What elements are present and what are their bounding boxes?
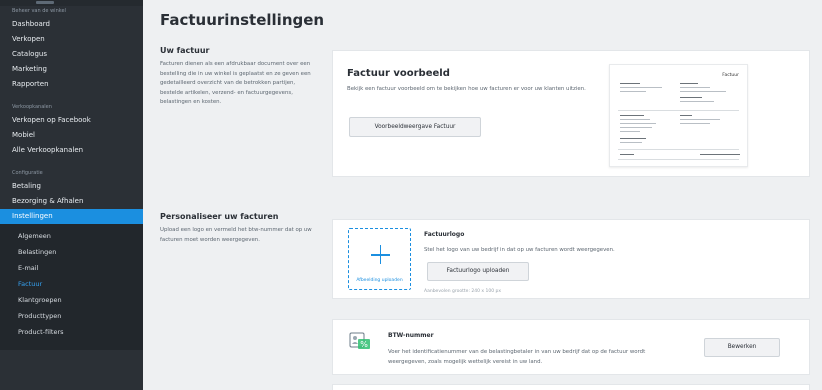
invoice-logo-description: Stel het logo van uw bedrijf in dat op u… (424, 247, 615, 253)
upload-invoice-logo-button[interactable]: Factuurlogo uploaden (427, 262, 529, 281)
sidebar-item-mobiel[interactable]: Mobiel (0, 128, 143, 143)
logo-upload-dropzone[interactable]: Afbeelding uploaden (348, 228, 411, 290)
invoice-preview-title: Factuur voorbeeld (347, 68, 450, 79)
sidebar-subitem-belastingen[interactable]: Belastingen (0, 244, 143, 260)
tax-id-icon: % (349, 332, 370, 349)
upload-image-caption: Afbeelding uploaden (356, 278, 403, 283)
invoice-preview-description: Bekijk een factuur voorbeeld om te bekij… (347, 86, 586, 92)
sidebar-subitem-factuur[interactable]: Factuur (0, 276, 143, 292)
edit-vat-number-button[interactable]: Bewerken (704, 338, 780, 357)
vat-number-description: Voer het identificatienummer van de bela… (388, 349, 646, 365)
invoice-logo-card: Afbeelding uploaden Factuurlogo Stel het… (332, 219, 810, 299)
svg-text:%: % (360, 340, 368, 349)
sidebar-item-betaling[interactable]: Betaling (0, 179, 143, 194)
sidebar-item-marketing[interactable]: Marketing (0, 62, 143, 77)
sidebar-item-verkopen[interactable]: Verkopen (0, 32, 143, 47)
next-card-partial (332, 384, 810, 390)
invoice-preview-card: Factuur voorbeeld Bekijk een factuur voo… (332, 50, 810, 177)
sidebar-item-bezorging[interactable]: Bezorging & Afhalen (0, 194, 143, 209)
preview-invoice-button[interactable]: Voorbeeldweergave Factuur (349, 117, 481, 137)
invoice-thumbnail[interactable]: Factuur (609, 64, 748, 167)
sidebar-settings-submenu: Algemeen Belastingen E-mail Factuur Klan… (0, 224, 143, 350)
main-content: Factuurinstellingen Uw factuur Facturen … (143, 0, 822, 390)
sidebar-section-channels: Verkoopkanalen (12, 104, 52, 110)
vat-number-title: BTW-nummer (388, 332, 434, 339)
sidebar: Beheer van de winkel Dashboard Verkopen … (0, 0, 143, 390)
invoice-thumbnail-title: Factuur (722, 73, 739, 78)
sidebar-subitem-producttypen[interactable]: Producttypen (0, 308, 143, 324)
invoice-logo-title: Factuurlogo (424, 231, 465, 238)
sidebar-item-dashboard[interactable]: Dashboard (0, 17, 143, 32)
logo-size-hint: Aanbevolen grootte: 240 x 100 px (424, 289, 502, 294)
invoice-section-title: Uw factuur (160, 46, 210, 55)
invoice-section-description: Facturen dienen als een afdrukbaar docum… (160, 61, 311, 105)
sidebar-item-rapporten[interactable]: Rapporten (0, 77, 143, 92)
sidebar-item-facebook[interactable]: Verkopen op Facebook (0, 113, 143, 128)
sidebar-item-catalogus[interactable]: Catalogus (0, 47, 143, 62)
sidebar-subitem-email[interactable]: E-mail (0, 260, 143, 276)
sidebar-item-alle-kanalen[interactable]: Alle Verkoopkanalen (0, 143, 143, 158)
sidebar-section-config: Configuratie (12, 170, 43, 176)
sidebar-item-instellingen[interactable]: Instellingen (0, 209, 143, 224)
page-title: Factuurinstellingen (160, 11, 325, 29)
sidebar-subitem-product-filters[interactable]: Product-filters (0, 324, 143, 340)
sidebar-subitem-klantgroepen[interactable]: Klantgroepen (0, 292, 143, 308)
personalize-section-description: Upload een logo en vermeld het btw-numme… (160, 227, 312, 243)
sidebar-subitem-algemeen[interactable]: Algemeen (0, 228, 143, 244)
vat-number-card: % BTW-nummer Voer het identificatienumme… (332, 319, 810, 375)
personalize-section-title: Personaliseer uw facturen (160, 212, 279, 221)
sidebar-top-strip (0, 0, 143, 6)
sidebar-section-store: Beheer van de winkel (12, 8, 66, 14)
